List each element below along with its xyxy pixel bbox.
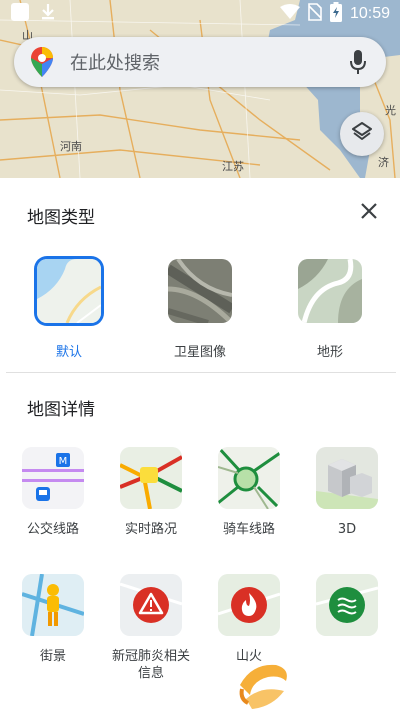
layers-button[interactable] <box>340 112 384 156</box>
watermark-logo <box>232 655 292 711</box>
detail-bicycling[interactable]: 骑车线路 <box>204 447 294 538</box>
detail-street-view[interactable]: 街景 <box>8 574 98 665</box>
map-type-title: 地图类型 <box>27 208 95 228</box>
map-options-sheet: 地图类型 默认 卫星图像 地形 地图详情 M 公交线路 实时路况 骑车线路 3D… <box>0 178 400 711</box>
map-label: 江苏 <box>222 160 244 173</box>
map-type-terrain[interactable]: 地形 <box>290 259 370 360</box>
map-type-label: 默认 <box>55 345 82 360</box>
section-divider <box>6 372 396 373</box>
detail-transit[interactable]: M 公交线路 <box>8 447 98 538</box>
maps-logo-icon <box>28 47 56 77</box>
transit-thumbnail: M <box>22 447 84 509</box>
map-details-title: 地图详情 <box>27 400 95 420</box>
microphone-icon[interactable] <box>346 50 370 74</box>
status-time: 10:59 <box>349 5 390 22</box>
map-type-label: 卫星图像 <box>173 345 226 360</box>
search-bar[interactable]: 在此处搜索 <box>14 37 386 87</box>
map-label: 河南 <box>60 140 82 153</box>
map-type-satellite[interactable]: 卫星图像 <box>160 259 240 360</box>
detail-label: 街景 <box>39 649 66 664</box>
detail-traffic[interactable]: 实时路况 <box>106 447 196 538</box>
map-type-label: 地形 <box>316 345 343 360</box>
detail-label: 公交线路 <box>26 522 79 537</box>
detail-wildfires[interactable]: 山火 <box>204 574 294 665</box>
detail-label: 实时路况 <box>124 522 177 537</box>
search-input[interactable]: 在此处搜索 <box>70 49 346 75</box>
detail-label: 3D <box>337 522 357 537</box>
status-bar: 10:59 <box>0 0 400 28</box>
detail-label: 骑车线路 <box>222 522 275 537</box>
detail-covid-info[interactable]: 新冠肺炎相关信息 <box>106 574 196 682</box>
street-view-thumbnail <box>22 574 84 636</box>
download-icon <box>40 3 56 25</box>
covid-info-thumbnail <box>120 574 182 636</box>
detail-3d[interactable]: 3D <box>302 447 392 538</box>
detail-air-quality[interactable] <box>302 574 392 648</box>
map-label: 济 <box>378 156 389 169</box>
close-icon <box>360 202 378 224</box>
battery-charging-icon <box>329 2 342 26</box>
terrain-map-thumbnail <box>298 259 362 323</box>
air-quality-thumbnail <box>316 574 378 636</box>
map-type-default[interactable]: 默认 <box>29 259 109 360</box>
no-sim-icon <box>308 3 322 25</box>
traffic-thumbnail <box>120 447 182 509</box>
svg-text:M: M <box>59 456 68 467</box>
app-notification-icon <box>10 2 30 26</box>
layers-icon <box>351 121 373 147</box>
satellite-map-thumbnail <box>168 259 232 323</box>
bicycling-thumbnail <box>218 447 280 509</box>
map-label: 光 <box>385 104 396 117</box>
detail-label: 新冠肺炎相关信息 <box>111 649 190 681</box>
wildfire-thumbnail <box>218 574 280 636</box>
wifi-icon <box>279 4 300 24</box>
close-button[interactable] <box>356 200 382 226</box>
default-map-thumbnail <box>37 259 101 323</box>
3d-buildings-thumbnail <box>316 447 378 509</box>
